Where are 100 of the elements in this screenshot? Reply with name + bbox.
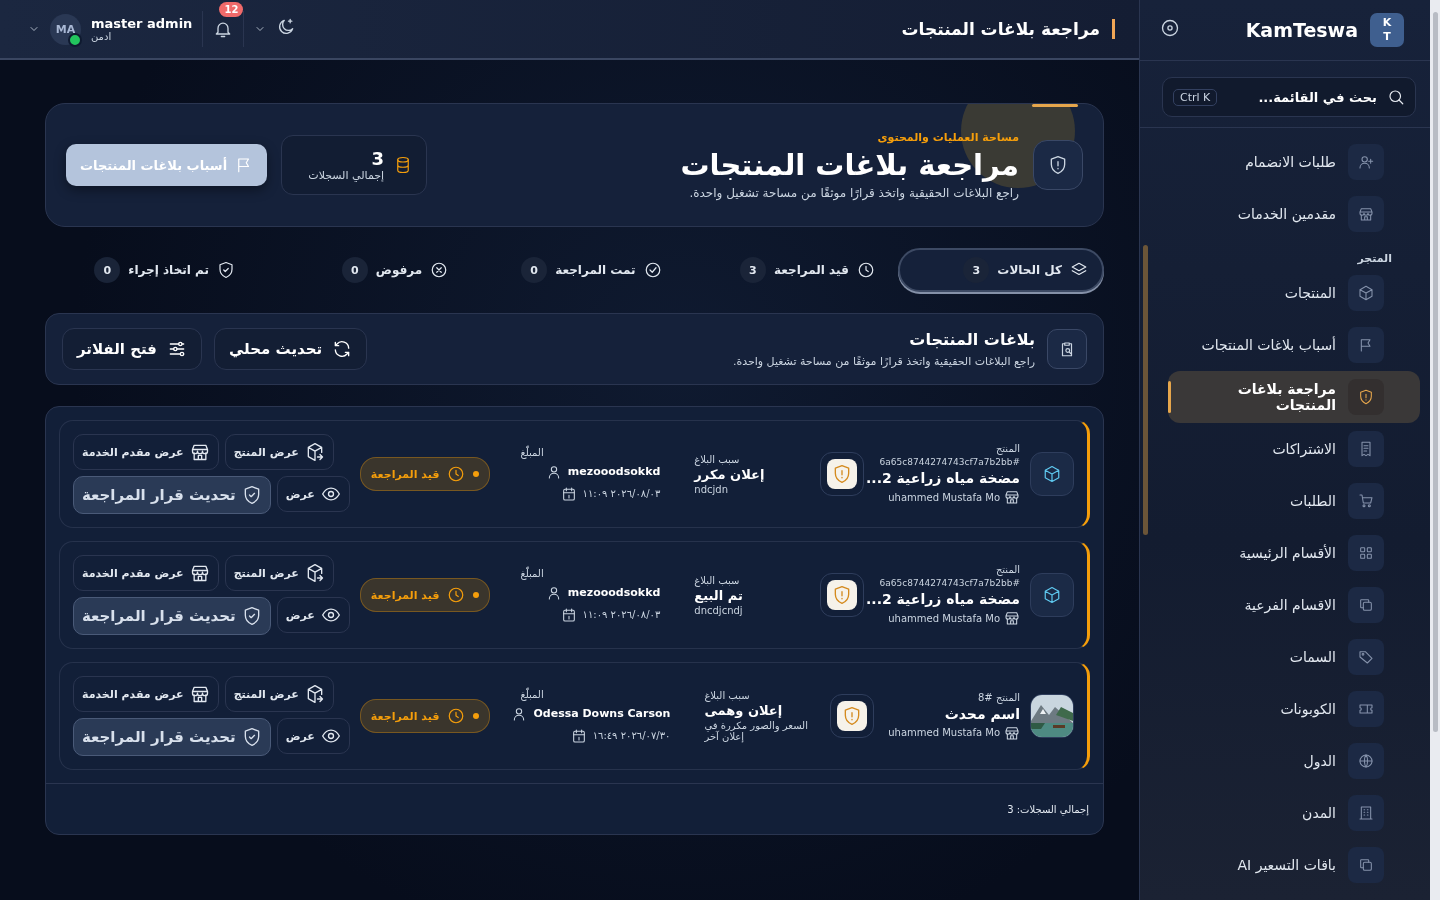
sidebar-item[interactable]: طلبات الانضمام <box>1176 136 1420 188</box>
decision-button[interactable]: تحديث قرار المراجعة <box>73 597 271 635</box>
x-circle-icon <box>430 261 449 279</box>
view-provider-button[interactable]: عرض مقدم الخدمة <box>73 555 219 591</box>
view-product-button[interactable]: عرض المنتج <box>224 434 334 470</box>
search-field[interactable]: بحث في القائمة... <box>1225 88 1379 106</box>
sidebar-item[interactable]: باقات التسعير AI <box>1176 839 1420 891</box>
sidebar-item[interactable]: مقدمين الخدمات <box>1176 188 1420 240</box>
accent-line <box>1032 104 1078 107</box>
field-label: المنتج #8 <box>977 691 1020 703</box>
field-label: المبلّغ <box>520 688 545 700</box>
decision-button[interactable]: تحديث قرار المراجعة <box>73 476 271 514</box>
brand-logo: K T <box>1370 13 1404 47</box>
view-provider-button[interactable]: عرض مقدم الخدمة <box>73 676 219 712</box>
shield-check-icon <box>217 261 235 279</box>
sidebar-item[interactable]: أسباب بلاغات المنتجات <box>1176 319 1420 371</box>
reporter-name: mezooodsokkd <box>567 465 661 478</box>
tag-icon <box>1358 649 1374 665</box>
view-product-button[interactable]: عرض المنتج <box>224 555 334 591</box>
ticket-icon <box>1358 701 1374 717</box>
field-label: المبلّغ <box>520 446 545 458</box>
shortcut-hint: Ctrl K <box>1173 88 1218 106</box>
provider-name: uhammed Mustafa Mo <box>888 612 1000 624</box>
user-role: ادمن <box>91 31 112 42</box>
shield-alert-icon <box>1358 389 1374 405</box>
status-badge: قيد المراجعة <box>359 457 491 491</box>
store-icon <box>1004 489 1020 505</box>
sidebar-item[interactable]: المدن <box>1176 787 1420 839</box>
list-subtitle: راجع البلاغات الحقيقية واتخذ قرارًا موثقًا من مساحة تشغيل واحدة. <box>731 355 1035 368</box>
reason-title: تم البيع <box>694 587 744 603</box>
sidebar-item[interactable]: الطلبات <box>1176 475 1420 527</box>
records-total: إجمالي السجلات: 3 <box>1007 803 1089 815</box>
clock-icon <box>856 261 875 279</box>
view-provider-button[interactable]: عرض مقدم الخدمة <box>73 434 219 470</box>
eyebrow-text: مساحة العمليات والمحتوى <box>876 130 1019 144</box>
sidebar-item[interactable]: الاشتراكات <box>1176 423 1420 475</box>
building-icon <box>1358 805 1374 821</box>
calendar-icon <box>560 606 577 623</box>
field-label: سبب البلاغ <box>704 690 751 701</box>
field-label: المنتج <box>995 564 1020 575</box>
box-icon <box>1043 586 1061 604</box>
sidebar-item[interactable]: مراجعة بلاغات المنتجات <box>1168 371 1420 423</box>
shield-alert-icon <box>832 585 852 605</box>
tab-count: 0 <box>521 257 548 283</box>
sidebar-item[interactable]: السمات <box>1176 631 1420 683</box>
tab-count: 3 <box>963 257 990 283</box>
product-name: مضخة مياه زراعية 2... <box>866 591 1020 607</box>
view-product-button[interactable]: عرض المنتج <box>224 676 334 712</box>
cart-icon <box>1358 493 1374 509</box>
decision-button[interactable]: تحديث قرار المراجعة <box>73 718 271 756</box>
clock-icon <box>447 586 466 604</box>
reason-detail: السعر والصور مكررة في إعلان آخر <box>704 720 809 742</box>
report-date: ٢٠٢٦/٠٧/٣٠ ١٦:٤٩ <box>592 730 671 741</box>
field-label: سبب البلاغ <box>694 574 741 586</box>
check-circle-icon <box>643 261 662 279</box>
view-button[interactable]: عرض <box>276 718 350 754</box>
product-name: مضخة مياه زراعية 2... <box>866 470 1020 486</box>
report-date: ٢٠٢٦/٠٨/٠٣ ١١:٠٩ <box>582 609 661 620</box>
target-icon <box>1160 18 1180 38</box>
report-date: ٢٠٢٦/٠٨/٠٣ ١١:٠٩ <box>582 488 661 499</box>
reason-detail: ndcjdn <box>694 483 729 495</box>
field-label: المنتج <box>995 443 1020 454</box>
store-icon <box>189 442 210 462</box>
grid-icon <box>1358 545 1374 561</box>
stat-label: إجمالي السجلات <box>308 169 385 182</box>
scrollbar[interactable] <box>1430 0 1440 900</box>
status-dot <box>473 471 480 477</box>
view-button[interactable]: عرض <box>276 597 350 633</box>
box-icon <box>1358 285 1374 301</box>
sidebar-item[interactable]: الكوبونات <box>1176 683 1420 735</box>
sidebar-item[interactable]: الدول <box>1176 735 1420 787</box>
search-icon <box>1387 88 1405 106</box>
hero-title: مراجعة بلاغات المنتجات <box>679 147 1019 182</box>
shield-alert-icon <box>832 464 852 484</box>
filters-button[interactable]: فتح الفلاتر <box>62 328 202 370</box>
store-icon <box>189 563 210 583</box>
sidebar-item[interactable]: الاقسام الفرعية <box>1176 579 1420 631</box>
copy-icon <box>1358 857 1374 873</box>
store-icon <box>189 684 210 704</box>
scrollbar-thumb[interactable] <box>1143 245 1148 535</box>
sidebar-item[interactable]: المنتجات <box>1176 267 1420 319</box>
reporter-name: Odessa Downs Carson <box>533 707 671 720</box>
status-badge: قيد المراجعة <box>359 699 491 733</box>
reason-detail: dncdjcndj <box>694 604 744 616</box>
calendar-icon <box>560 485 577 502</box>
hero-subtitle: راجع البلاغات الحقيقية واتخذ قرارًا موثقًا من مساحة تشغيل واحدة. <box>688 185 1019 200</box>
receipt-icon <box>1358 441 1374 457</box>
store-icon <box>1358 206 1374 222</box>
box-icon <box>1043 465 1061 483</box>
shield-alert-icon <box>842 706 862 726</box>
user-avatar[interactable]: MA <box>50 13 81 45</box>
field-label: سبب البلاغ <box>694 453 741 465</box>
refresh-button[interactable]: تحديث محلي <box>213 328 368 370</box>
brand-name: KamTeswa <box>1244 19 1358 41</box>
view-button[interactable]: عرض <box>276 476 350 512</box>
product-id: 6a65c8744274743cf7a7b2bb# <box>879 578 1020 588</box>
store-icon <box>1004 610 1020 626</box>
status-badge: قيد المراجعة <box>359 578 491 612</box>
provider-name: uhammed Mustafa Mo <box>888 491 1000 503</box>
sidebar-item[interactable]: الأقسام الرئيسية <box>1176 527 1420 579</box>
